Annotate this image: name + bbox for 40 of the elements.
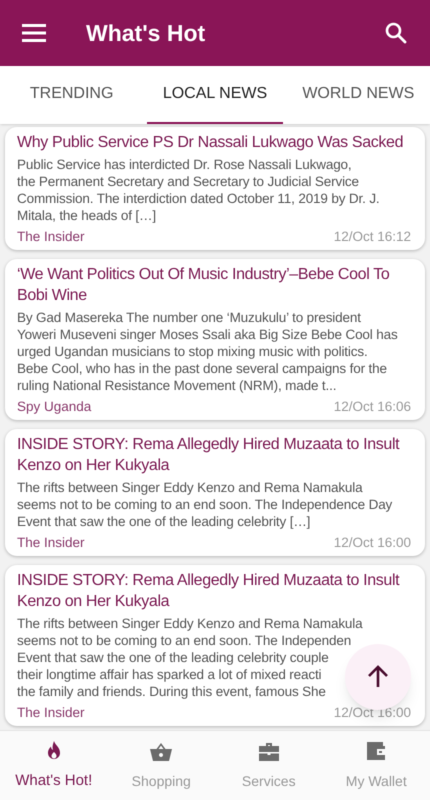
excerpt-line: Bebe Cool, who has in the past done several campaigns for the: [17, 360, 387, 377]
excerpt-line: the Permanent Secretary and Secretary to Judicial Service: [17, 173, 359, 190]
excerpt-line: Commission. The interdiction dated October 11, 2019 by Dr. J.: [17, 190, 380, 207]
excerpt-line: Yoweri Museveni singer Moses Ssali aka Big Size Bebe Cool has: [17, 326, 398, 343]
excerpt-line: By Gad Masereka The number one ‘Muzukulu’ to president: [17, 309, 361, 326]
nav-tab[interactable]: What's Hot!: [0, 731, 108, 800]
article-title: ‘We Want Politics Out Of Music Industry’–Bebe Cool To Bobi Wine: [17, 265, 390, 306]
source-name: The Insider: [17, 534, 85, 552]
tab[interactable]: WORLD NEWS: [290, 66, 426, 124]
excerpt-line: Public Service has interdicted Dr. Rose Nassali Lukwago,: [17, 156, 352, 173]
excerpt-line: ruling National Resistance Movement (NRM), made t...: [17, 377, 336, 394]
excerpt-line: Event that saw the one of the leading celebrity couple: [17, 649, 329, 666]
news-card[interactable]: [5, 429, 425, 556]
timestamp: 12/Oct 16:12: [334, 228, 411, 246]
news-card[interactable]: [5, 565, 425, 726]
excerpt-line: the family and friends. During this event, famous She: [17, 683, 326, 700]
excerpt-line: Event that saw the one of the leading celebrity […]: [17, 513, 310, 530]
source-name: The Insider: [17, 704, 85, 722]
briefcase-icon: [256, 740, 281, 764]
excerpt-line: The rifts between Singer Eddy Kenzo and Rema Namakula: [17, 615, 362, 632]
article-title: INSIDE STORY: Rema Allegedly Hired Muzaata to Insult Kenzo on Her Kukyala: [17, 571, 400, 612]
timestamp: 12/Oct 16:00: [334, 534, 411, 552]
tab[interactable]: LOCAL NEWS: [147, 66, 283, 124]
article-title: INSIDE STORY: Rema Allegedly Hired Muzaata to Insult Kenzo on Her Kukyala: [17, 435, 400, 476]
excerpt-line: The rifts between Singer Eddy Kenzo and Rema Namakula: [17, 479, 362, 496]
tab[interactable]: TRENDING: [4, 66, 140, 124]
article-title: Why Public Service PS Dr Nassali Lukwago Was Sacked: [17, 133, 404, 153]
arrow-up-icon: [367, 665, 389, 689]
excerpt-line: seems not to be coming to an end soon. The Independence Day: [17, 496, 392, 513]
timestamp: 12/Oct 16:06: [334, 398, 411, 416]
excerpt-line: seems not to be coming to an end soon. The Independen: [17, 632, 352, 649]
excerpt-line: urged Ugandan musicians to stop mixing music with politics.: [17, 343, 368, 360]
source-name: The Insider: [17, 228, 85, 246]
excerpt-line: Mitala, the heads of […]: [17, 207, 156, 224]
timestamp: 12/Oct 16:00: [334, 704, 411, 722]
excerpt-line: their longtime affair has sparked a lot of mixed reacti: [17, 666, 322, 683]
news-card[interactable]: [5, 127, 425, 250]
source-name: Spy Uganda: [17, 398, 92, 416]
news-card[interactable]: [5, 259, 425, 420]
app-title: What's Hot: [86, 18, 206, 48]
